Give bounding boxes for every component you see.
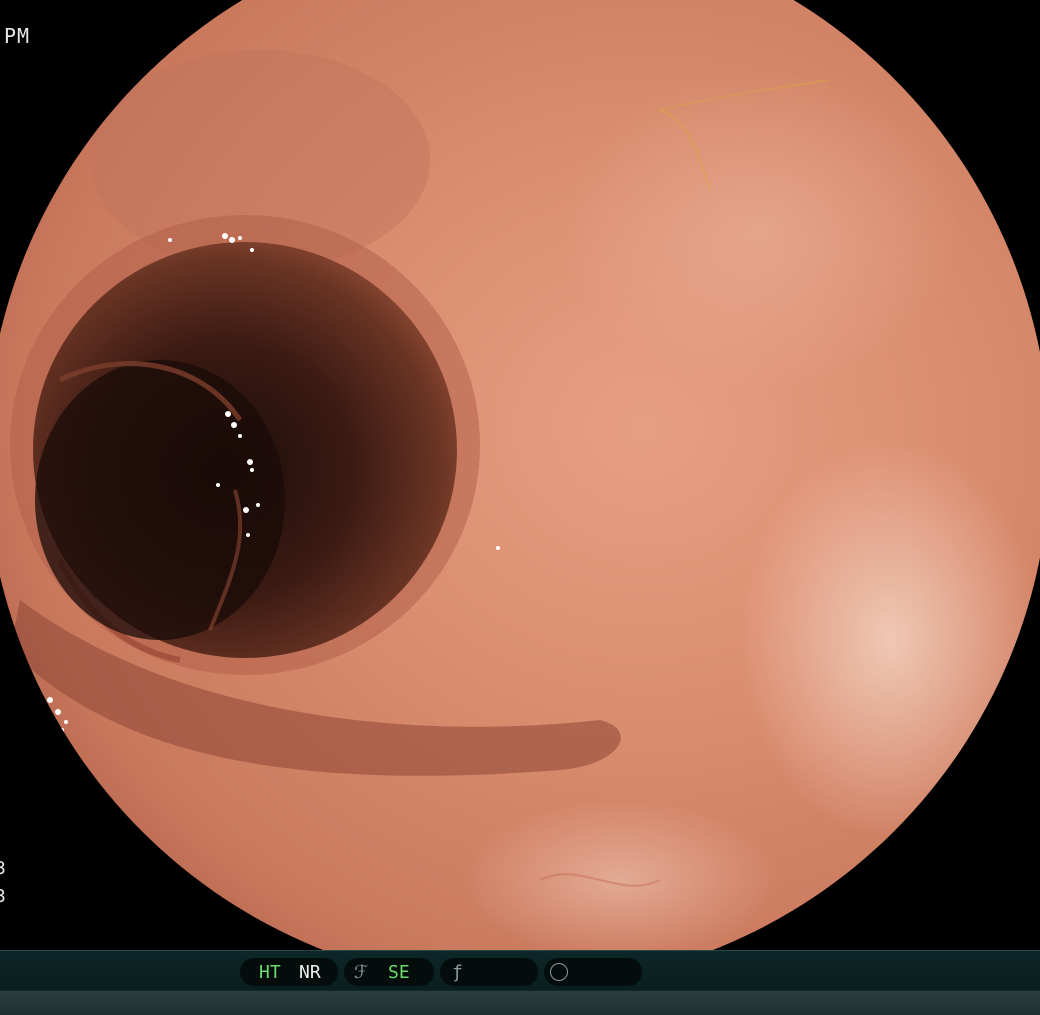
contrast-indicator: ƒ — [440, 958, 538, 986]
endoscope-viewport: PM 3 3 — [0, 0, 1040, 950]
nr-label: NR — [299, 961, 321, 983]
ht-label: HT — [259, 961, 281, 983]
se-label: SE — [388, 961, 410, 983]
color-mode-indicator — [544, 958, 642, 986]
status-bar-lower-strip — [0, 991, 1040, 1015]
structure-enhancement-indicator: ℱ SE — [344, 958, 434, 986]
status-bar: HT NR ℱ SE ƒ — [0, 950, 1040, 1015]
hue-noise-indicator: HT NR — [240, 958, 338, 986]
colon-lumen-image — [0, 0, 1040, 950]
side-tick-label: 3 — [0, 886, 7, 907]
side-tick-label: 3 — [0, 858, 7, 879]
time-suffix-text: PM — [4, 24, 31, 48]
contrast-icon: ƒ — [452, 961, 463, 983]
structure-enhancement-icon: ℱ — [354, 961, 369, 983]
color-mode-icon — [550, 963, 568, 981]
